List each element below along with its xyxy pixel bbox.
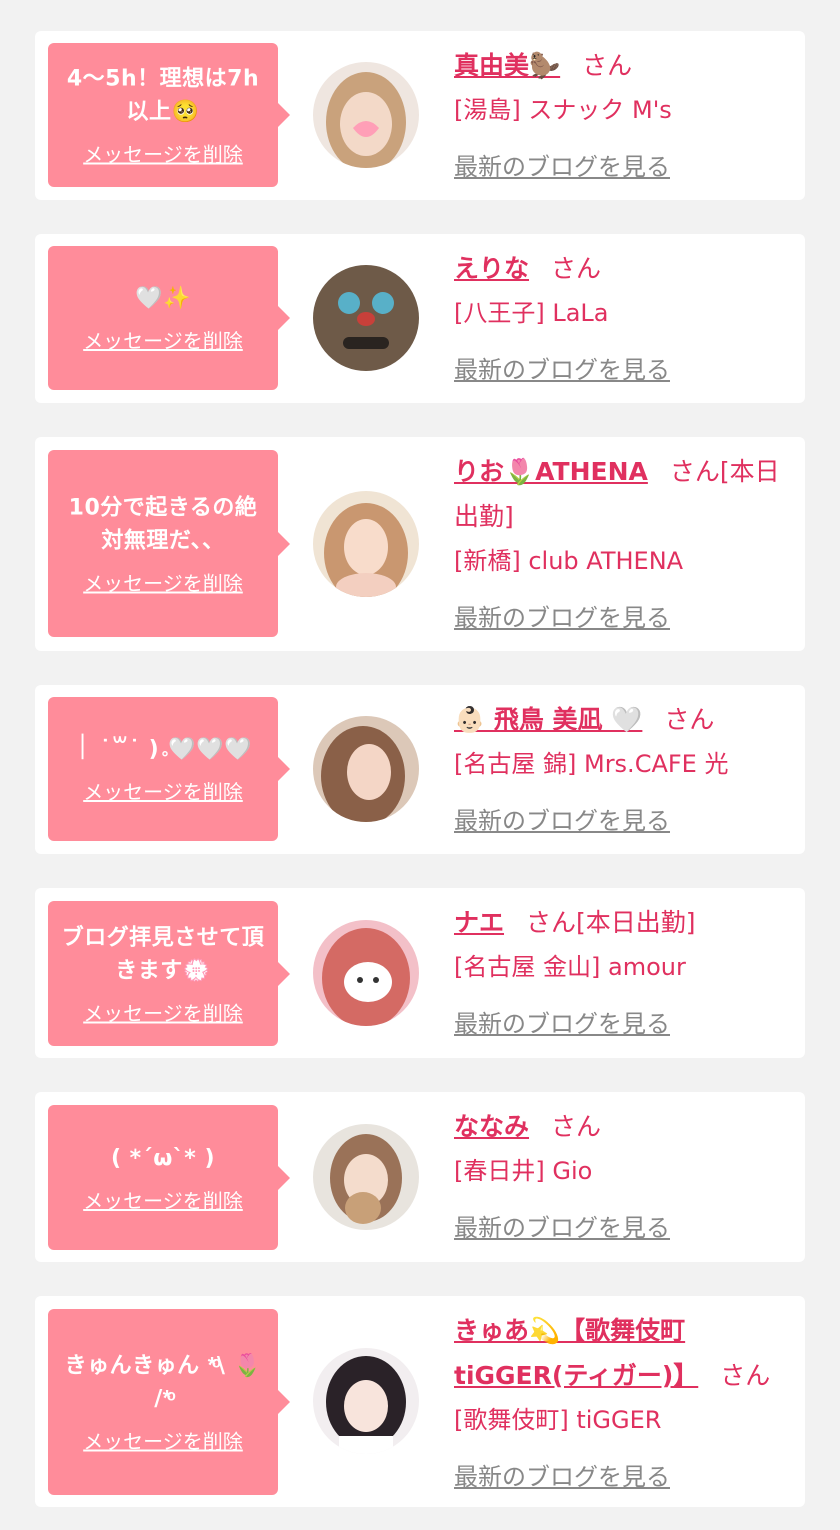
shop-label: [名古屋 金山] amour — [454, 953, 686, 981]
shop-label: [八王子] LaLa — [454, 299, 609, 327]
delete-message-link[interactable]: メッセージを削除 — [83, 567, 243, 596]
cast-name-link[interactable]: 真由美🦫 — [454, 51, 560, 80]
honorific: さん — [664, 705, 715, 734]
avatar[interactable] — [313, 716, 419, 822]
avatar[interactable] — [313, 62, 419, 168]
avatar[interactable] — [313, 265, 419, 371]
cast-name-link[interactable]: ななみ — [454, 1112, 529, 1141]
cast-info: ナエ さん[本日出勤] [名古屋 金山] amour 最新のブログを見る — [454, 900, 793, 1047]
latest-blog-link[interactable]: 最新のブログを見る — [454, 799, 670, 844]
cast-info: 真由美🦫 さん [湯島] スナック M's 最新のブログを見る — [454, 43, 793, 190]
cast-name-link[interactable]: ナエ — [454, 908, 504, 937]
cast-name-link[interactable]: きゅあ💫【歌舞伎町tiGGER(ティガー)】 — [454, 1316, 698, 1390]
honorific: さん[本日出勤] — [526, 908, 696, 937]
honorific: さん — [551, 1112, 602, 1141]
delete-message-link[interactable]: メッセージを削除 — [83, 1185, 243, 1214]
message-bubble: ブログ拝見させて頂きます💮 メッセージを削除 — [48, 901, 290, 1046]
cast-info: きゅあ💫【歌舞伎町tiGGER(ティガー)】 さん [歌舞伎町] tiGGER 最… — [454, 1308, 793, 1500]
latest-blog-link[interactable]: 最新のブログを見る — [454, 1455, 670, 1500]
message-text: 🤍✨ — [135, 286, 191, 311]
shop-label: [歌舞伎町] tiGGER — [454, 1406, 662, 1434]
message-card: ( *´ω`* ) メッセージを削除 ななみ さん [春日井] Gio 最新のブロ… — [35, 1092, 805, 1262]
message-text: ブログ拝見させて頂きます💮 — [61, 925, 265, 983]
message-card: 4〜5h！理想は7h以上🥺 メッセージを削除 真由美🦫 さん [湯島] スナック … — [35, 31, 805, 200]
message-card: ブログ拝見させて頂きます💮 メッセージを削除 ナエ さん[本日出勤] [名古屋 金… — [35, 888, 805, 1058]
latest-blog-link[interactable]: 最新のブログを見る — [454, 348, 670, 393]
avatar[interactable] — [313, 1124, 419, 1230]
message-text: ( *´ω`* ) — [110, 1145, 216, 1171]
delete-message-link[interactable]: メッセージを削除 — [83, 997, 243, 1026]
shop-label: [春日井] Gio — [454, 1157, 593, 1185]
delete-message-link[interactable]: メッセージを削除 — [83, 776, 243, 805]
cast-info: ななみ さん [春日井] Gio 最新のブログを見る — [454, 1104, 793, 1251]
delete-message-link[interactable]: メッセージを削除 — [83, 139, 243, 168]
message-bubble: 10分で起きるの絶対無理だ、、 メッセージを削除 — [48, 450, 290, 637]
message-text: 10分で起きるの絶対無理だ、、 — [68, 495, 258, 553]
message-text: きゅんきゅん *ͦ\ 🌷 /*ͦ — [64, 1353, 262, 1412]
avatar[interactable] — [313, 1348, 419, 1454]
message-bubble: きゅんきゅん *ͦ\ 🌷 /*ͦ メッセージを削除 — [48, 1309, 290, 1495]
message-bubble: 4〜5h！理想は7h以上🥺 メッセージを削除 — [48, 43, 290, 187]
delete-message-link[interactable]: メッセージを削除 — [83, 1426, 243, 1455]
message-bubble: ｜ ˙꒳˙ )｡🤍🤍🤍 メッセージを削除 — [48, 697, 290, 841]
message-bubble: 🤍✨ メッセージを削除 — [48, 246, 290, 390]
honorific: さん — [720, 1361, 771, 1390]
shop-label: [湯島] スナック M's — [454, 96, 672, 124]
shop-label: [名古屋 錦] Mrs.CAFE 光 — [454, 750, 729, 778]
avatar[interactable] — [313, 920, 419, 1026]
message-text: ｜ ˙꒳˙ )｡🤍🤍🤍 — [73, 737, 253, 762]
message-card: きゅんきゅん *ͦ\ 🌷 /*ͦ メッセージを削除 きゅあ💫【歌舞伎町tiGGE… — [35, 1296, 805, 1507]
honorific: さん — [582, 51, 633, 80]
cast-info: えりな さん [八王子] LaLa 最新のブログを見る — [454, 246, 793, 393]
delete-message-link[interactable]: メッセージを削除 — [83, 325, 243, 354]
cast-name-link[interactable]: えりな — [454, 254, 529, 283]
avatar[interactable] — [313, 491, 419, 597]
cast-info: 👶🏻 飛鳥 美凪 🤍 さん [名古屋 錦] Mrs.CAFE 光 最新のブログを見… — [454, 697, 793, 844]
message-card: ｜ ˙꒳˙ )｡🤍🤍🤍 メッセージを削除 👶🏻 飛鳥 美凪 🤍 さん [名古屋 錦… — [35, 685, 805, 854]
message-card: 10分で起きるの絶対無理だ、、 メッセージを削除 りお🌷ATHENA さん[本日出… — [35, 437, 805, 651]
honorific: さん — [551, 254, 602, 283]
cast-name-link[interactable]: 👶🏻 飛鳥 美凪 🤍 — [454, 705, 642, 734]
latest-blog-link[interactable]: 最新のブログを見る — [454, 145, 670, 190]
shop-label: [新橋] club ATHENA — [454, 547, 684, 575]
latest-blog-link[interactable]: 最新のブログを見る — [454, 1206, 670, 1251]
message-text: 4〜5h！理想は7h以上🥺 — [66, 66, 260, 125]
latest-blog-link[interactable]: 最新のブログを見る — [454, 1002, 670, 1047]
latest-blog-link[interactable]: 最新のブログを見る — [454, 596, 670, 641]
cast-info: りお🌷ATHENA さん[本日出勤] [新橋] club ATHENA 最新のブロ… — [454, 449, 793, 641]
cast-name-link[interactable]: りお🌷ATHENA — [454, 457, 648, 486]
message-bubble: ( *´ω`* ) メッセージを削除 — [48, 1105, 290, 1250]
message-card: 🤍✨ メッセージを削除 えりな さん [八王子] LaLa 最新のブログを見る — [35, 234, 805, 403]
